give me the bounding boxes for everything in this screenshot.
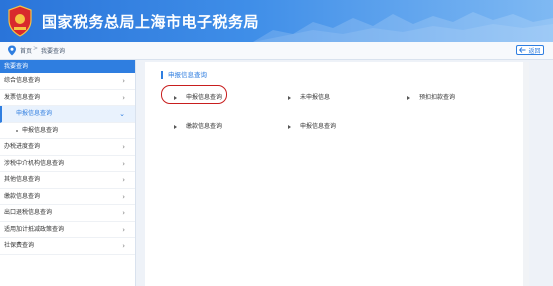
sidebar-item-label: 办税进度查询 [4,143,41,150]
location-pin-icon [8,45,16,56]
link-prepaid-deduction[interactable]: 预扣扣款查询 [407,92,455,101]
sidebar-heading: 我要查询 [0,60,135,73]
link-label: 预扣扣款查询 [419,94,456,101]
breadcrumb-separator: > [33,45,39,52]
sidebar-item-label: 申报信息查询 [16,110,53,117]
sidebar: 我要查询 综合信息查询 › 发票信息查询 › 申报信息查询 ⌄ 申报信息查询 办… [0,60,136,286]
sidebar-item-export-refund[interactable]: 出口退税信息查询 › [0,205,135,222]
triangle-bullet-icon [174,95,177,100]
site-title: 国家税务总局上海市电子税务局 [42,13,260,31]
sidebar-item-progress[interactable]: 办税进度查询 › [0,139,135,156]
sidebar-subitem-declaration-query[interactable]: 申报信息查询 [0,123,135,139]
breadcrumb-current: 我要查询 [41,48,66,55]
sidebar-item-invoice[interactable]: 发票信息查询 › [0,90,135,106]
triangle-bullet-icon [288,124,291,129]
link-label: 申报信息查询 [186,94,223,101]
link-undeclared-info[interactable]: 未申报信息 [288,92,330,101]
sidebar-item-label: 涉税中介机构信息查询 [4,159,65,167]
sidebar-item-payment[interactable]: 缴款信息查询 › [0,189,135,205]
back-arrow-icon [519,47,526,53]
sidebar-item-label: 缴款信息查询 [4,192,41,200]
main-panel: 申报信息查询 申报信息查询 未申报信息 预扣扣款查询 缴款信息查询 申报信息查询 [145,62,529,286]
tax-emblem-icon [8,5,32,37]
link-payment-info[interactable]: 缴款信息查询 [174,121,222,130]
chevron-right-icon: › [122,192,125,201]
link-label: 未申报信息 [300,94,331,101]
sidebar-item-comprehensive[interactable]: 综合信息查询 › [0,73,135,90]
link-label: 申报信息查询 [300,123,337,130]
link-declaration-info[interactable]: 申报信息查询 [288,121,336,130]
sidebar-item-deduction-policy[interactable]: 适用加计抵减政策查询 › [0,222,135,238]
bullet-icon [16,129,18,132]
chevron-right-icon: › [122,93,125,102]
triangle-bullet-icon [288,95,291,100]
sidebar-item-label: 发票信息查询 [4,93,41,101]
sidebar-item-label: 出口退税信息查询 [4,209,53,216]
chevron-right-icon: › [122,225,125,234]
sidebar-subitem-label: 申报信息查询 [22,126,59,134]
chevron-right-icon: › [122,242,125,250]
breadcrumb: 首页 > 我要查询 返回 [0,42,553,60]
section-title: 申报信息查询 [161,71,207,79]
sidebar-item-label: 综合信息查询 [4,77,41,84]
sidebar-item-label: 适用加计抵减政策查询 [4,225,65,233]
chevron-right-icon: › [122,159,125,168]
sidebar-item-label: 社保费查询 [4,242,35,249]
chevron-down-icon: ⌄ [119,110,125,118]
sidebar-item-agency[interactable]: 涉税中介机构信息查询 › [0,156,135,172]
site-header: 国家税务总局上海市电子税务局 [0,0,553,42]
chevron-right-icon: › [122,209,125,217]
sidebar-item-declaration[interactable]: 申报信息查询 ⌄ [0,106,135,123]
link-label: 缴款信息查询 [186,123,223,130]
link-declaration-query[interactable]: 申报信息查询 [174,92,222,101]
triangle-bullet-icon [407,95,410,100]
chevron-right-icon: › [122,77,125,85]
triangle-bullet-icon [174,124,177,129]
back-button[interactable]: 返回 [516,45,544,55]
sidebar-item-label: 其他信息查询 [4,176,41,183]
chevron-right-icon: › [122,176,125,184]
back-button-label: 返回 [528,47,541,55]
chevron-right-icon: › [122,143,125,151]
vertical-scrollbar[interactable] [523,62,529,286]
breadcrumb-home[interactable]: 首页 [20,46,32,55]
great-wall-decoration [253,12,553,42]
sidebar-item-other[interactable]: 其他信息查询 › [0,172,135,189]
sidebar-item-social-security[interactable]: 社保费查询 › [0,238,135,255]
